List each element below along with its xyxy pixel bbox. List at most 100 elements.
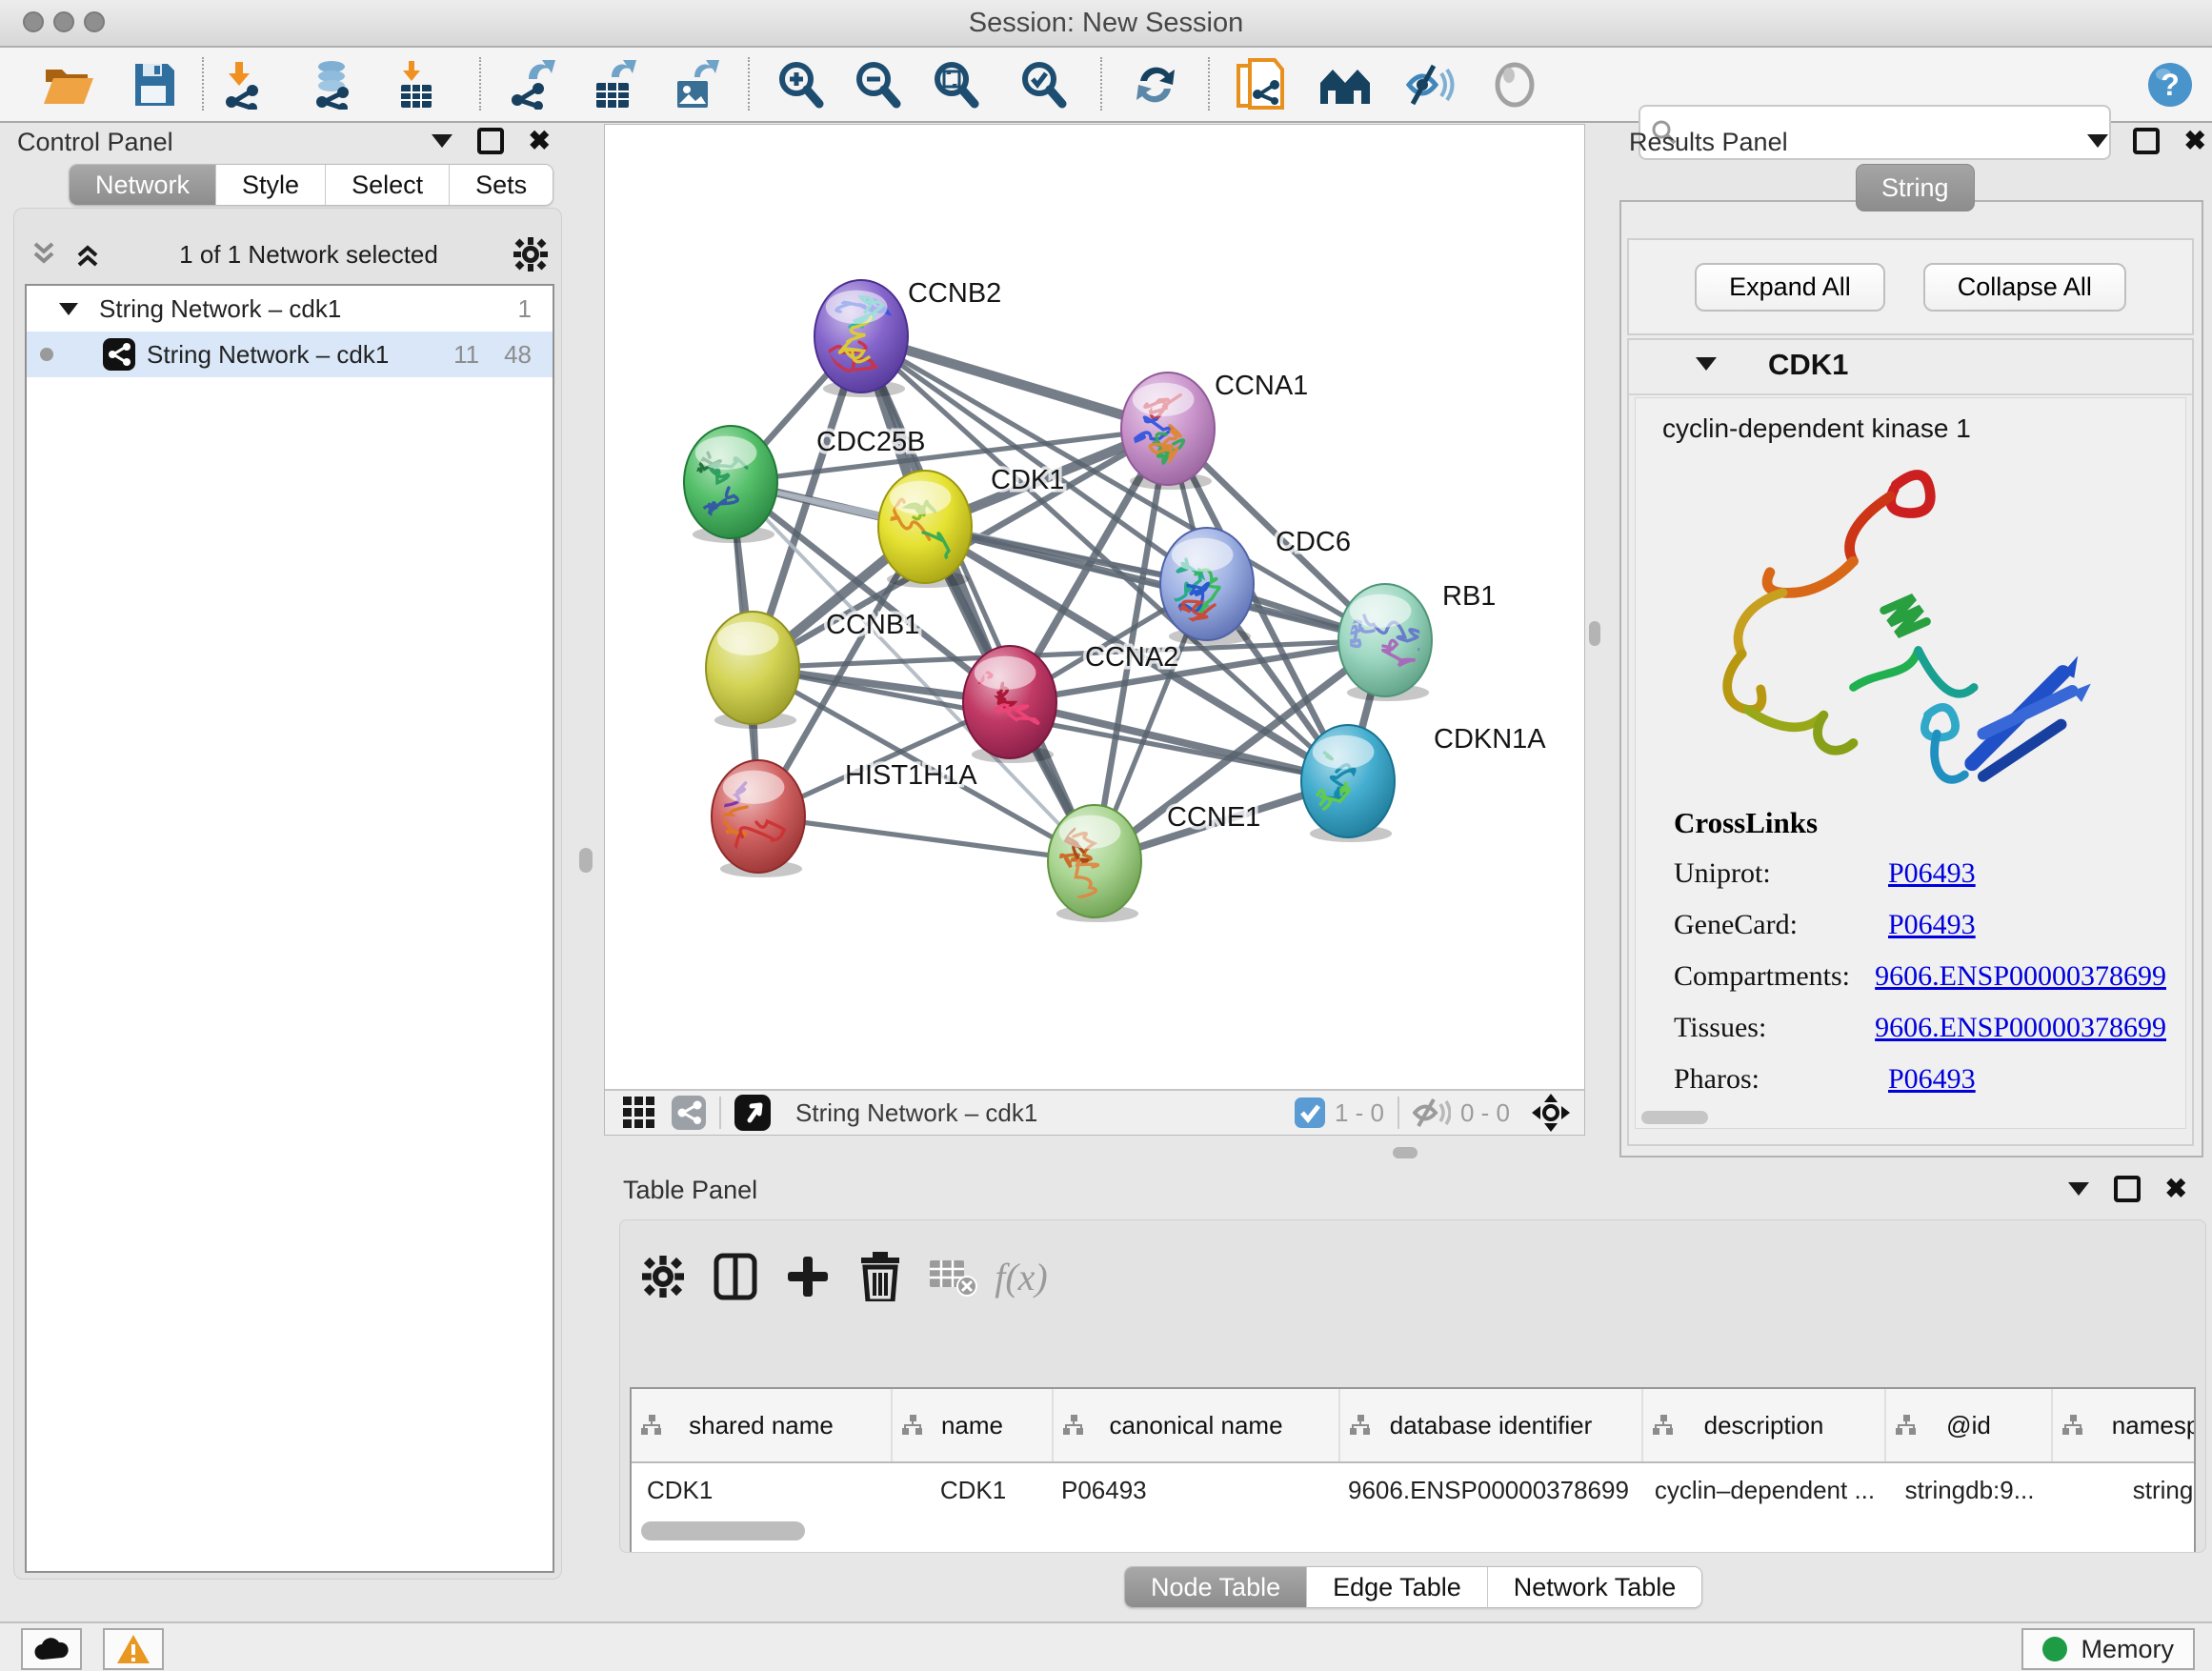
grid-view-icon[interactable] xyxy=(622,1096,656,1130)
hide-selected-icon[interactable] xyxy=(1394,57,1466,112)
table-cell[interactable]: 9606.ENSP00000378699 xyxy=(1340,1476,1643,1505)
zoom-in-icon[interactable] xyxy=(764,57,836,112)
column-header-databaseidentifier[interactable]: database identifier xyxy=(1340,1389,1643,1461)
collection-expander-icon[interactable] xyxy=(59,303,78,315)
add-column-icon[interactable] xyxy=(778,1247,837,1306)
fit-content-crosshair-icon[interactable] xyxy=(1531,1093,1571,1133)
network-edge-HIST1H1A-CCNE1[interactable] xyxy=(758,816,1095,861)
hidden-node-edge-counts: 0 - 0 xyxy=(1460,1098,1510,1128)
table-cell[interactable]: P06493 xyxy=(1054,1476,1340,1505)
table-cell[interactable]: CDK1 xyxy=(632,1476,893,1505)
table-cell[interactable]: stringdb xyxy=(2053,1476,2196,1505)
table-hscrollbar-thumb[interactable] xyxy=(641,1521,805,1540)
network-canvas[interactable]: CCNB2CCNA1CDC25BCDK1CDC6RB1CCNB1CCNA2CDK… xyxy=(605,125,1584,1091)
network-node-label-CDC25B: CDC25B xyxy=(816,427,925,457)
tab-network-table[interactable]: Network Table xyxy=(1487,1567,1702,1607)
network-node-label-HIST1H1A: HIST1H1A xyxy=(845,760,977,791)
expand-all-button[interactable]: Expand All xyxy=(1695,263,1885,312)
column-header-canonicalname[interactable]: canonical name xyxy=(1054,1389,1340,1461)
memory-button[interactable]: Memory xyxy=(2021,1628,2195,1670)
network-node-CDK1[interactable]: CDK1 xyxy=(878,465,1064,588)
zoom-selected-icon[interactable] xyxy=(1007,57,1079,112)
left-splitter-handle[interactable] xyxy=(579,848,593,873)
crosslink-row: Pharos:P06493 xyxy=(1674,1054,2166,1105)
close-panel-icon[interactable]: ✖ xyxy=(529,128,551,154)
column-header-id[interactable]: @id xyxy=(1886,1389,2053,1461)
tab-select[interactable]: Select xyxy=(325,165,449,205)
delete-table-icon[interactable] xyxy=(923,1247,982,1306)
table-options-gear-icon[interactable] xyxy=(633,1247,693,1306)
crosslink-link[interactable]: 9606.ENSP00000378699 xyxy=(1875,1012,2166,1043)
import-table-file-icon[interactable] xyxy=(380,57,452,112)
collapse-table-panel-icon[interactable] xyxy=(2068,1182,2089,1196)
float-results-icon[interactable] xyxy=(2133,128,2160,154)
refresh-view-icon[interactable] xyxy=(1119,57,1192,112)
tab-string[interactable]: String xyxy=(1856,164,1975,211)
help-icon[interactable]: ? xyxy=(2134,57,2206,112)
birds-eye-view-icon[interactable] xyxy=(734,1095,771,1131)
collapse-panel-icon[interactable] xyxy=(432,134,452,148)
crosslink-link[interactable]: P06493 xyxy=(1888,1063,1976,1095)
network-node-CCNB1[interactable]: CCNB1 xyxy=(706,610,919,729)
crosslinks-section: CrossLinks Uniprot:P06493GeneCard:P06493… xyxy=(1674,806,2166,1105)
collapse-all-button[interactable]: Collapse All xyxy=(1923,263,2126,312)
node-table[interactable]: shared namenamecanonical namedatabase id… xyxy=(630,1387,2196,1552)
export-image-icon[interactable] xyxy=(658,57,731,112)
node-result-header[interactable]: CDK1 xyxy=(1629,340,2192,395)
close-table-panel-icon[interactable]: ✖ xyxy=(2165,1176,2187,1202)
tab-sets[interactable]: Sets xyxy=(449,165,553,205)
crosslink-label: Pharos: xyxy=(1674,1054,1888,1105)
collapse-all-icon[interactable] xyxy=(28,238,60,271)
network-node-label-CCNE1: CCNE1 xyxy=(1167,802,1260,833)
tab-node-table[interactable]: Node Table xyxy=(1125,1567,1306,1607)
table-cell[interactable]: CDK1 xyxy=(893,1476,1054,1505)
zoom-fit-icon[interactable] xyxy=(919,57,992,112)
zoom-out-icon[interactable] xyxy=(841,57,914,112)
column-header-sharedname[interactable]: shared name xyxy=(632,1389,893,1461)
clone-network-icon[interactable] xyxy=(1225,57,1297,112)
column-header-namespace[interactable]: namespace xyxy=(2053,1389,2196,1461)
table-tabs: Node TableEdge TableNetwork Table xyxy=(1124,1566,1702,1608)
node-result-expander-icon[interactable] xyxy=(1696,357,1717,371)
selected-checkbox-icon[interactable] xyxy=(1295,1097,1325,1128)
export-table-icon[interactable] xyxy=(577,57,650,112)
show-hidden-icon[interactable] xyxy=(1478,57,1551,112)
network-node-RB1[interactable]: RB1 xyxy=(1336,581,1496,701)
tab-network[interactable]: Network xyxy=(70,165,215,205)
network-row[interactable]: String Network – cdk1 11 48 xyxy=(27,332,553,377)
function-builder-button[interactable]: f(x) xyxy=(992,1247,1051,1306)
crosslink-link[interactable]: P06493 xyxy=(1888,857,1976,889)
crosslink-link[interactable]: P06493 xyxy=(1888,909,1976,940)
crosslink-link[interactable]: 9606.ENSP00000378699 xyxy=(1875,960,2166,992)
share-view-icon[interactable] xyxy=(672,1096,706,1130)
table-cell[interactable]: stringdb:9... xyxy=(1886,1476,2053,1505)
float-table-panel-icon[interactable] xyxy=(2114,1176,2141,1202)
show-all-networks-icon[interactable] xyxy=(1310,57,1382,112)
network-collection-row[interactable]: String Network – cdk1 1 xyxy=(27,286,553,332)
export-network-icon[interactable] xyxy=(496,57,569,112)
column-header-name[interactable]: name xyxy=(893,1389,1054,1461)
right-splitter-handle[interactable] xyxy=(1589,621,1600,646)
float-panel-icon[interactable] xyxy=(477,128,504,154)
results-scrollbar-thumb[interactable] xyxy=(1641,1111,1708,1124)
table-cell[interactable]: cyclin–dependent ... xyxy=(1643,1476,1886,1505)
column-header-description[interactable]: description xyxy=(1643,1389,1886,1461)
network-options-gear-icon[interactable] xyxy=(513,237,548,272)
network-view-panel: CCNB2CCNA1CDC25BCDK1CDC6RB1CCNB1CCNA2CDK… xyxy=(604,124,1585,1136)
open-session-icon[interactable] xyxy=(32,57,105,112)
cloud-status-button[interactable] xyxy=(21,1628,82,1670)
import-network-file-icon[interactable] xyxy=(211,57,283,112)
save-session-icon[interactable] xyxy=(117,57,190,112)
collapse-results-icon[interactable] xyxy=(2087,134,2108,148)
network-node-CDKN1A[interactable]: CDKN1A xyxy=(1288,724,1546,842)
import-network-database-icon[interactable] xyxy=(299,57,372,112)
tab-style[interactable]: Style xyxy=(215,165,325,205)
close-results-icon[interactable]: ✖ xyxy=(2184,128,2206,154)
tab-edge-table[interactable]: Edge Table xyxy=(1306,1567,1487,1607)
expand-all-icon[interactable] xyxy=(71,238,104,271)
show-columns-icon[interactable] xyxy=(706,1247,765,1306)
warnings-button[interactable] xyxy=(103,1628,164,1670)
table-row[interactable]: CDK1CDK1P064939606.ENSP00000378699cyclin… xyxy=(632,1463,2194,1517)
bottom-splitter-handle[interactable] xyxy=(1393,1147,1418,1158)
delete-column-icon[interactable] xyxy=(851,1247,910,1306)
